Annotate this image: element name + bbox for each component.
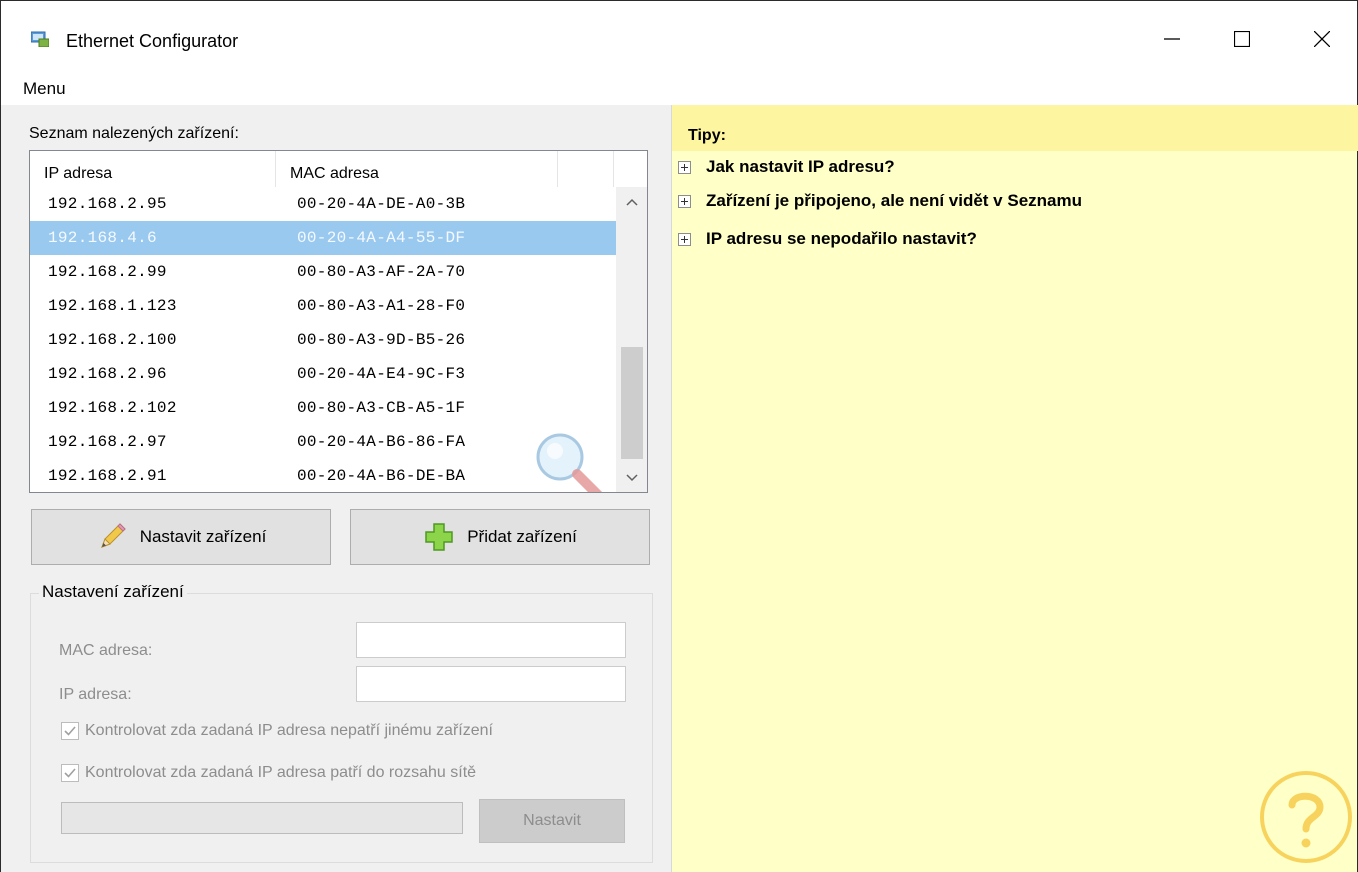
close-icon (1314, 31, 1330, 47)
check-ip-unused-label: Kontrolovat zda zadaná IP adresa nepatří… (85, 722, 493, 739)
device-row[interactable]: 192.168.2.102 00-80-A3-CB-A5-1F (30, 391, 616, 425)
maximize-icon (1234, 31, 1250, 47)
device-row[interactable]: 192.168.2.100 00-80-A3-9D-B5-26 (30, 323, 616, 357)
minimize-button[interactable] (1149, 19, 1195, 59)
device-settings-legend: Nastavení zařízení (39, 582, 187, 602)
expand-plus-icon[interactable] (678, 160, 691, 174)
ip-address-label: IP adresa: (59, 686, 132, 703)
tip-item[interactable]: IP adresu se nepodařilo nastavit? (678, 229, 977, 249)
device-list-rows: 192.168.2.95 00-20-4A-DE-A0-3B 192.168.4.6… (30, 187, 616, 492)
device-mac-cell: 00-80-A3-A1-28-F0 (297, 297, 466, 315)
device-panel: Seznam nalezených zařízení: IP adresa MA… (11, 105, 667, 872)
tip-item[interactable]: Zařízení je připojeno, ale není vidět v … (678, 191, 1082, 211)
title-bar[interactable]: Ethernet Configurator (1, 1, 1357, 65)
expand-plus-icon[interactable] (678, 194, 691, 208)
device-mac-cell: 00-80-A3-9D-B5-26 (297, 331, 466, 349)
check-ip-unused-checkbox[interactable] (61, 722, 79, 740)
device-list-scrollbar[interactable] (616, 187, 647, 492)
device-list-header: IP adresa MAC adresa (30, 151, 647, 187)
expand-plus-icon[interactable] (678, 232, 691, 246)
tip-label[interactable]: Zařízení je připojeno, ale není vidět v … (706, 191, 1082, 211)
configure-device-label: Nastavit zařízení (139, 527, 267, 546)
tip-label[interactable]: IP adresu se nepodařilo nastavit? (706, 229, 977, 249)
close-button[interactable] (1299, 19, 1345, 59)
device-ip-cell: 192.168.4.6 (48, 229, 157, 247)
magnifier-icon (536, 433, 602, 492)
device-mac-cell: 00-20-4A-B6-DE-BA (297, 467, 466, 485)
mac-address-input[interactable] (356, 622, 626, 658)
device-mac-cell: 00-80-A3-CB-A5-1F (297, 399, 466, 417)
device-mac-cell: 00-20-4A-B6-86-FA (297, 433, 466, 451)
scroll-thumb[interactable] (621, 347, 643, 459)
minimize-icon (1164, 38, 1180, 40)
app-window: Ethernet Configurator Menu Seznam naleze… (0, 0, 1358, 872)
device-ip-cell: 192.168.2.96 (48, 365, 167, 383)
check-ip-range-label: Kontrolovat zda zadaná IP adresa patří d… (85, 764, 477, 781)
scroll-down-button[interactable] (616, 463, 647, 492)
device-mac-cell: 00-20-4A-DE-A0-3B (297, 195, 466, 213)
device-ip-cell: 192.168.2.99 (48, 263, 167, 281)
device-list-caption: Seznam nalezených zařízení: (29, 125, 239, 142)
tips-header: Tipy: (672, 105, 1358, 151)
tips-title: Tipy: (688, 127, 726, 144)
add-device-label: Přidat zařízení (467, 527, 577, 546)
device-ip-cell: 192.168.2.95 (48, 195, 167, 213)
tips-panel: Tipy: Jak nastavit IP adresu? Zařízení j… (671, 105, 1358, 872)
device-list[interactable]: IP adresa MAC adresa 192.168.2.95 00-20-4… (29, 150, 648, 493)
device-row[interactable]: 192.168.2.95 00-20-4A-DE-A0-3B (30, 187, 616, 221)
column-header-filler (558, 151, 614, 187)
device-row[interactable]: 192.168.1.123 00-80-A3-A1-28-F0 (30, 289, 616, 323)
green-plus-icon (425, 523, 453, 551)
device-mac-cell: 00-80-A3-AF-2A-70 (297, 263, 466, 281)
device-settings-group: Nastavení zařízení MAC adresa: IP adresa… (30, 582, 653, 863)
device-row[interactable]: 192.168.2.97 00-20-4A-B6-86-FA (30, 425, 616, 459)
chevron-up-icon (625, 198, 638, 206)
column-header-ip[interactable]: IP adresa (30, 151, 276, 187)
question-mark-icon (1260, 771, 1352, 863)
pencil-icon (100, 523, 126, 548)
check-ip-unused[interactable]: Kontrolovat zda zadaná IP adresa nepatří… (61, 722, 493, 740)
checkmark-icon (64, 726, 76, 736)
checkmark-icon (64, 768, 76, 778)
device-ip-cell: 192.168.2.102 (48, 399, 177, 417)
menu-item-menu[interactable]: Menu (23, 79, 66, 99)
ip-address-input[interactable] (356, 666, 626, 702)
device-row[interactable]: 192.168.4.6 00-20-4A-A4-55-DF (30, 221, 616, 255)
configure-device-button[interactable]: Nastavit zařízení (31, 509, 331, 565)
tip-item[interactable]: Jak nastavit IP adresu? (678, 157, 895, 177)
check-ip-range-checkbox[interactable] (61, 764, 79, 782)
device-ip-cell: 192.168.2.91 (48, 467, 167, 485)
device-row[interactable]: 192.168.2.99 00-80-A3-AF-2A-70 (30, 255, 616, 289)
device-ip-cell: 192.168.2.97 (48, 433, 167, 451)
device-row[interactable]: 192.168.2.96 00-20-4A-E4-9C-F3 (30, 357, 616, 391)
menu-bar: Menu (1, 65, 1357, 105)
mac-address-label: MAC adresa: (59, 642, 153, 659)
chevron-down-icon (625, 474, 638, 482)
device-mac-cell: 00-20-4A-E4-9C-F3 (297, 365, 466, 383)
configure-progress-bar (61, 802, 463, 834)
column-header-mac[interactable]: MAC adresa (276, 151, 558, 187)
add-device-button[interactable]: Přidat zařízení (350, 509, 650, 565)
device-ip-cell: 192.168.2.100 (48, 331, 177, 349)
apply-settings-button[interactable]: Nastavit (479, 799, 625, 843)
maximize-button[interactable] (1219, 19, 1265, 59)
device-row[interactable]: 192.168.2.91 00-20-4A-B6-DE-BA (30, 459, 616, 492)
device-ip-cell: 192.168.1.123 (48, 297, 177, 315)
check-ip-range[interactable]: Kontrolovat zda zadaná IP adresa patří d… (61, 764, 476, 782)
tip-label[interactable]: Jak nastavit IP adresu? (706, 157, 895, 177)
network-window-icon (30, 31, 50, 48)
scroll-up-button[interactable] (616, 187, 647, 217)
device-mac-cell: 00-20-4A-A4-55-DF (297, 229, 466, 247)
window-title: Ethernet Configurator (66, 31, 239, 51)
